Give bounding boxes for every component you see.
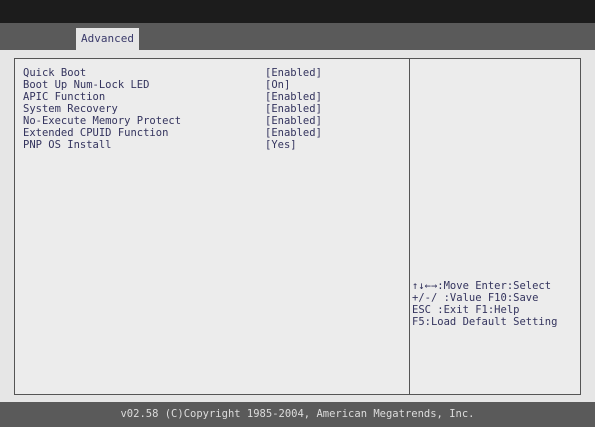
- setting-boot-up-num-lock-led[interactable]: Boot Up Num-Lock LED [On]: [23, 79, 322, 91]
- setting-value[interactable]: [On]: [265, 79, 290, 91]
- help-line-value: +/-/ :Value F10:Save: [412, 292, 539, 304]
- setting-system-recovery[interactable]: System Recovery [Enabled]: [23, 103, 322, 115]
- setting-extended-cpuid-function[interactable]: Extended CPUID Function [Enabled]: [23, 127, 322, 139]
- setting-pnp-os-install[interactable]: PNP OS Install [Yes]: [23, 139, 322, 151]
- setting-value[interactable]: [Enabled]: [265, 91, 322, 103]
- setting-value[interactable]: [Enabled]: [265, 127, 322, 139]
- setting-value[interactable]: [Enabled]: [265, 115, 322, 127]
- help-line-exit: ESC :Exit F1:Help: [412, 304, 520, 316]
- settings-list: Quick Boot [Enabled] Boot Up Num-Lock LED…: [23, 67, 322, 151]
- setting-no-execute-memory-protect[interactable]: No-Execute Memory Protect [Enabled]: [23, 115, 322, 127]
- setting-name: No-Execute Memory Protect: [23, 115, 182, 127]
- menu-bar: Advanced: [0, 23, 595, 50]
- help-line-defaults: F5:Load Default Setting: [412, 316, 558, 328]
- help-line-move: ↑↓←→:Move Enter:Select: [412, 280, 552, 292]
- setting-value[interactable]: [Enabled]: [265, 103, 322, 115]
- setting-name: Extended CPUID Function: [23, 127, 169, 139]
- setting-apic-function[interactable]: APIC Function [Enabled]: [23, 91, 322, 103]
- setting-name: Boot Up Num-Lock LED: [23, 79, 150, 91]
- setting-name: System Recovery: [23, 103, 118, 115]
- setting-name: PNP OS Install: [23, 139, 112, 151]
- title-bar: [0, 0, 595, 23]
- tab-advanced[interactable]: Advanced: [76, 28, 139, 50]
- copyright-footer: v02.58 (C)Copyright 1985-2004, American …: [0, 402, 595, 427]
- panel-divider: [409, 59, 410, 394]
- setting-value[interactable]: [Enabled]: [265, 67, 322, 79]
- key-help: ↑↓←→:Move Enter:Select +/-/ :Value F10:S…: [412, 280, 557, 328]
- setting-name: APIC Function: [23, 91, 106, 103]
- setting-value[interactable]: [Yes]: [265, 139, 297, 151]
- settings-panel: Quick Boot [Enabled] Boot Up Num-Lock LED…: [14, 58, 581, 395]
- setting-quick-boot[interactable]: Quick Boot [Enabled]: [23, 67, 322, 79]
- setting-name: Quick Boot: [23, 67, 87, 79]
